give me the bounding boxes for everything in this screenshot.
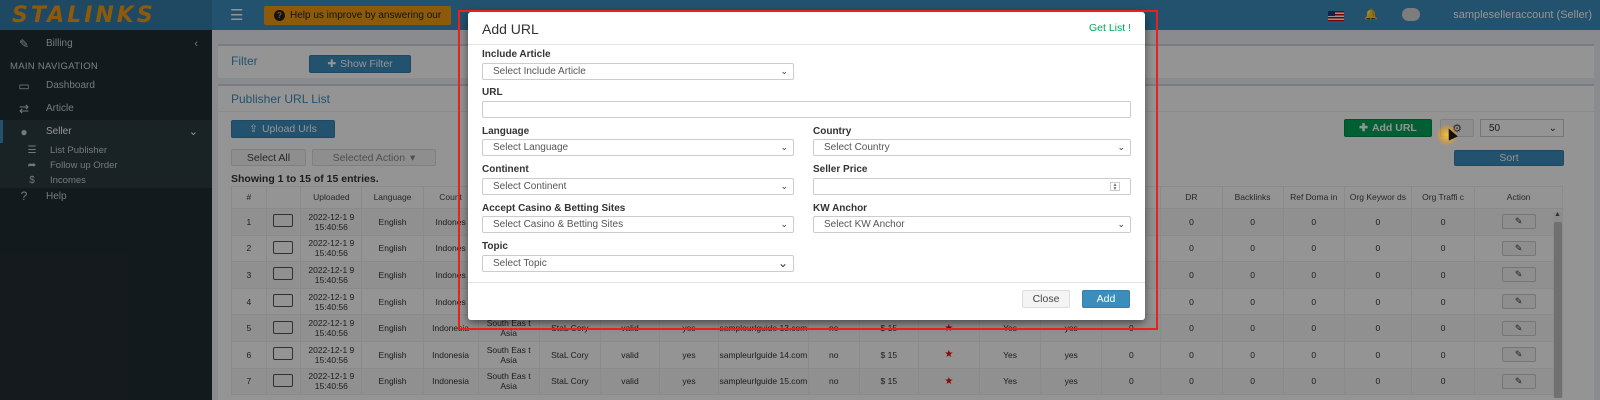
highlight-box	[458, 10, 1158, 330]
